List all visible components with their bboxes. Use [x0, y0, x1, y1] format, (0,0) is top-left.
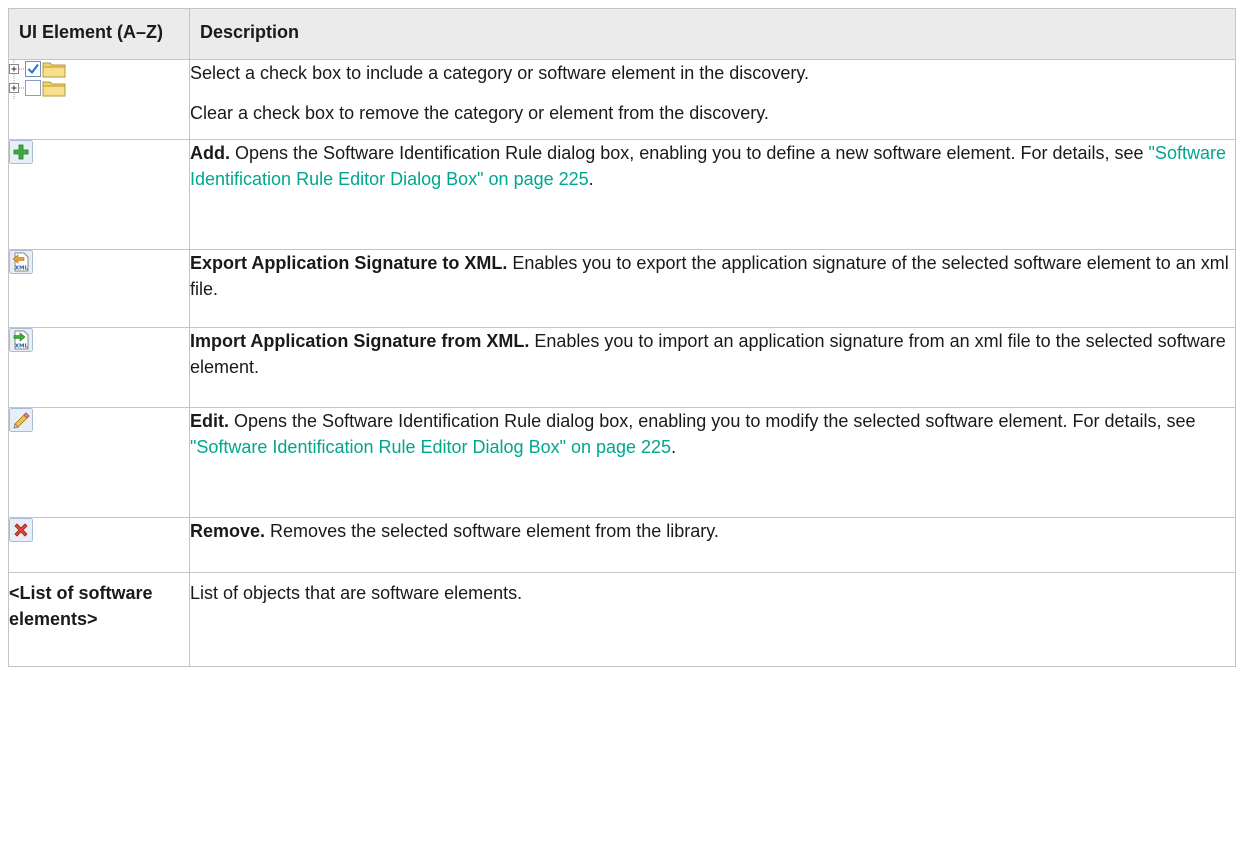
remove-text: Removes the selected software element fr… [265, 521, 719, 541]
remove-x-icon [9, 518, 33, 542]
remove-title: Remove. [190, 521, 266, 541]
edit-period: . [671, 437, 677, 457]
description-cell: Edit. Opens the Software Identification … [189, 407, 1236, 518]
import-xml-icon: XML [9, 328, 33, 352]
add-period: . [588, 169, 594, 189]
export-title: Export Application Signature to XML. [190, 253, 508, 273]
description-cell: Add. Opens the Software Identification R… [189, 139, 1236, 250]
table-row: Edit. Opens the Software Identification … [8, 407, 1236, 518]
svg-text:XML: XML [15, 344, 29, 350]
description-cell: Remove. Removes the selected software el… [189, 517, 1236, 573]
list-desc: List of objects that are software elemen… [190, 583, 523, 603]
table-row: XML Import Application Signature from XM… [8, 327, 1236, 408]
list-element-label: <List of software elements> [8, 572, 190, 667]
table-row: Add. Opens the Software Identification R… [8, 139, 1236, 250]
import-title: Import Application Signature from XML. [190, 331, 530, 351]
description-cell: Select a check box to include a category… [189, 59, 1236, 140]
table-row: XML Export Application Signature to XML.… [8, 249, 1236, 328]
edit-title: Edit. [190, 411, 229, 431]
header-description: Description [189, 8, 1236, 60]
table-row: Remove. Removes the selected software el… [8, 517, 1236, 573]
edit-text: Opens the Software Identification Rule d… [229, 411, 1196, 431]
add-text: Opens the Software Identification Rule d… [230, 143, 1149, 163]
add-title: Add. [190, 143, 230, 163]
tree-checkbox-folder-icon [9, 60, 66, 100]
tree-checkbox-folder-icons [8, 59, 190, 140]
svg-text:XML: XML [15, 266, 29, 272]
tree-desc-clear: Clear a check box to remove the category… [190, 103, 769, 123]
edit-pencil-icon [9, 408, 33, 432]
table-row: <List of software elements> List of obje… [8, 572, 1236, 667]
ui-element-table: UI Element (A–Z) Description Select a ch… [8, 8, 1236, 667]
description-cell: Import Application Signature from XML. E… [189, 327, 1236, 408]
edit-xref-link[interactable]: "Software Identification Rule Editor Dia… [190, 437, 671, 457]
description-cell: Export Application Signature to XML. Ena… [189, 249, 1236, 328]
add-icon [9, 140, 33, 164]
header-ui-element: UI Element (A–Z) [8, 8, 190, 60]
tree-desc-select: Select a check box to include a category… [190, 63, 809, 83]
description-cell: List of objects that are software elemen… [189, 572, 1236, 667]
table-row: Select a check box to include a category… [8, 59, 1236, 140]
export-xml-icon: XML [9, 250, 33, 274]
table-header-row: UI Element (A–Z) Description [8, 8, 1236, 60]
